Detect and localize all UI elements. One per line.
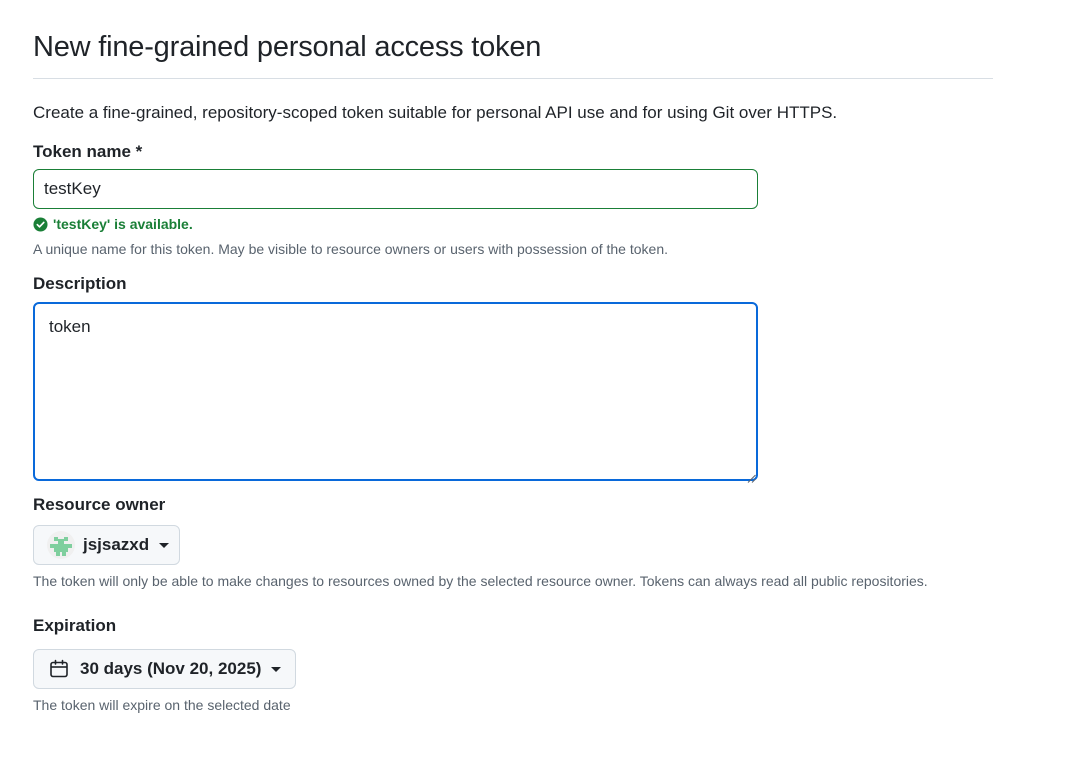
- avatar: [47, 531, 75, 559]
- token-name-note: A unique name for this token. May be vis…: [33, 241, 668, 257]
- description-label: Description: [33, 274, 127, 293]
- caret-down-icon: [271, 666, 282, 672]
- check-circle-icon: [33, 216, 48, 232]
- token-name-input[interactable]: [33, 169, 758, 209]
- token-form-page: New fine-grained personal access token C…: [33, 0, 993, 713]
- caret-down-icon: [159, 542, 170, 548]
- token-name-validation: 'testKey' is available.: [33, 215, 193, 233]
- validation-text: 'testKey' is available.: [53, 216, 193, 232]
- resource-owner-name: jsjsazxd: [83, 535, 150, 554]
- expiration-dropdown[interactable]: 30 days (Nov 20, 2025): [33, 649, 296, 689]
- resize-handle-icon[interactable]: [747, 470, 756, 483]
- expiration-value: 30 days (Nov 20, 2025): [80, 659, 262, 678]
- description-textarea[interactable]: token: [33, 302, 758, 481]
- resource-owner-dropdown[interactable]: jsjsazxd: [33, 525, 180, 565]
- calendar-icon: [49, 659, 69, 679]
- expiration-label: Expiration: [33, 616, 117, 635]
- token-name-label: Token name *: [33, 142, 143, 161]
- resource-owner-note: The token will only be able to make chan…: [33, 573, 928, 589]
- expiration-note: The token will expire on the selected da…: [33, 697, 291, 713]
- resource-owner-label: Resource owner: [33, 495, 166, 514]
- page-subtitle: Create a fine-grained, repository-scoped…: [33, 103, 838, 122]
- page-title: New fine-grained personal access token: [33, 0, 993, 79]
